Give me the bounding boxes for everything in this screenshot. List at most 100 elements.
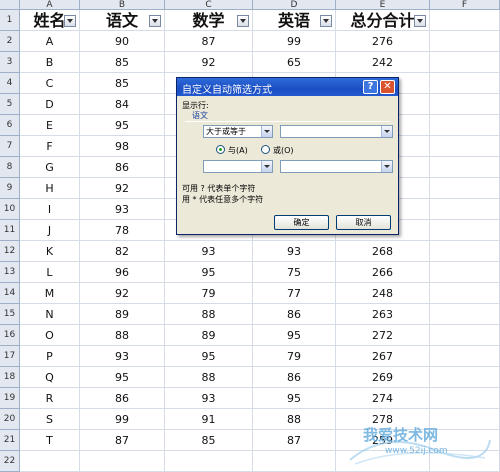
row-header-14[interactable]: 14 [0, 283, 20, 304]
empty-cell[interactable] [430, 325, 500, 346]
table-cell[interactable]: B [20, 52, 80, 73]
chevron-down-icon[interactable] [381, 161, 392, 172]
close-button[interactable]: ✕ [380, 80, 395, 94]
table-cell[interactable]: 93 [80, 199, 165, 220]
table-cell[interactable]: 77 [253, 283, 336, 304]
table-cell[interactable]: 93 [165, 388, 253, 409]
table-cell[interactable]: T [20, 430, 80, 451]
ok-button[interactable]: 确定 [274, 215, 329, 230]
table-cell[interactable]: 90 [80, 31, 165, 52]
table-cell[interactable]: 242 [336, 52, 430, 73]
empty-cell[interactable] [430, 94, 500, 115]
table-cell[interactable]: 95 [253, 325, 336, 346]
filter-dropdown-icon[interactable] [64, 15, 76, 27]
table-cell[interactable]: 89 [165, 325, 253, 346]
empty-cell[interactable] [430, 199, 500, 220]
table-cell[interactable]: L [20, 262, 80, 283]
empty-cell[interactable] [430, 31, 500, 52]
operator2-select[interactable] [203, 160, 273, 173]
table-cell[interactable]: 88 [165, 367, 253, 388]
table-cell[interactable]: 82 [80, 241, 165, 262]
table-cell[interactable]: 269 [336, 367, 430, 388]
table-cell[interactable]: 88 [253, 409, 336, 430]
table-cell[interactable]: 86 [80, 388, 165, 409]
table-cell[interactable]: 267 [336, 346, 430, 367]
table-cell[interactable]: E [20, 115, 80, 136]
filter-dropdown-icon[interactable] [237, 15, 249, 27]
table-cell[interactable]: 266 [336, 262, 430, 283]
and-radio-label[interactable]: 与(A) [228, 145, 248, 156]
row-header-20[interactable]: 20 [0, 409, 20, 430]
table-cell[interactable]: 87 [80, 430, 165, 451]
table-cell[interactable]: 95 [80, 115, 165, 136]
table-cell[interactable]: 86 [80, 157, 165, 178]
column-header-d[interactable]: D [253, 0, 336, 10]
table-cell[interactable]: 86 [253, 304, 336, 325]
table-cell[interactable]: 248 [336, 283, 430, 304]
table-cell[interactable]: 84 [80, 94, 165, 115]
table-cell[interactable]: P [20, 346, 80, 367]
empty-cell[interactable] [430, 241, 500, 262]
filter-dropdown-icon[interactable] [149, 15, 161, 27]
table-cell[interactable]: A [20, 31, 80, 52]
operator1-select[interactable]: 大于或等于 [203, 125, 273, 138]
empty-cell[interactable] [80, 451, 165, 472]
empty-cell[interactable] [430, 73, 500, 94]
table-cell[interactable]: 87 [165, 31, 253, 52]
row-header-22[interactable]: 22 [0, 451, 20, 472]
empty-cell[interactable] [430, 220, 500, 241]
table-cell[interactable]: 89 [80, 304, 165, 325]
select-all-corner[interactable] [0, 0, 20, 10]
row-header-9[interactable]: 9 [0, 178, 20, 199]
column-header-e[interactable]: E [336, 0, 430, 10]
table-cell[interactable]: 85 [165, 430, 253, 451]
empty-cell[interactable] [430, 304, 500, 325]
table-cell[interactable]: 96 [80, 262, 165, 283]
row-header-21[interactable]: 21 [0, 430, 20, 451]
empty-cell[interactable] [430, 346, 500, 367]
empty-cell[interactable] [20, 451, 80, 472]
value2-combobox[interactable] [280, 160, 393, 173]
table-cell[interactable]: K [20, 241, 80, 262]
table-cell[interactable]: M [20, 283, 80, 304]
table-cell[interactable]: 85 [80, 52, 165, 73]
table-cell[interactable]: 99 [80, 409, 165, 430]
table-cell[interactable]: 276 [336, 31, 430, 52]
row-header-6[interactable]: 6 [0, 115, 20, 136]
empty-cell[interactable] [430, 178, 500, 199]
empty-cell[interactable] [430, 10, 500, 31]
table-cell[interactable]: 92 [80, 178, 165, 199]
table-cell[interactable]: 274 [336, 388, 430, 409]
table-cell[interactable]: R [20, 388, 80, 409]
table-cell[interactable]: 95 [253, 388, 336, 409]
table-cell[interactable]: 95 [165, 262, 253, 283]
header-cell[interactable]: 语文 [80, 10, 165, 31]
row-header-10[interactable]: 10 [0, 199, 20, 220]
filter-dropdown-icon[interactable] [320, 15, 332, 27]
table-cell[interactable]: 92 [80, 283, 165, 304]
row-header-8[interactable]: 8 [0, 157, 20, 178]
table-cell[interactable]: 88 [80, 325, 165, 346]
row-header-3[interactable]: 3 [0, 52, 20, 73]
row-header-5[interactable]: 5 [0, 94, 20, 115]
or-radio-label[interactable]: 或(O) [273, 145, 294, 156]
column-header-b[interactable]: B [80, 0, 165, 10]
table-cell[interactable]: 95 [165, 346, 253, 367]
table-cell[interactable]: 93 [165, 241, 253, 262]
empty-cell[interactable] [430, 367, 500, 388]
table-cell[interactable]: 65 [253, 52, 336, 73]
table-cell[interactable]: Q [20, 367, 80, 388]
table-cell[interactable]: 268 [336, 241, 430, 262]
table-cell[interactable]: D [20, 94, 80, 115]
filter-dropdown-icon[interactable] [414, 15, 426, 27]
empty-cell[interactable] [430, 283, 500, 304]
row-header-18[interactable]: 18 [0, 367, 20, 388]
help-button[interactable]: ? [363, 80, 378, 94]
empty-cell[interactable] [430, 52, 500, 73]
table-cell[interactable]: 93 [253, 241, 336, 262]
table-cell[interactable]: J [20, 220, 80, 241]
column-header-c[interactable]: C [165, 0, 253, 10]
or-radio[interactable] [261, 145, 270, 154]
header-cell[interactable]: 数学 [165, 10, 253, 31]
table-cell[interactable]: 95 [80, 367, 165, 388]
